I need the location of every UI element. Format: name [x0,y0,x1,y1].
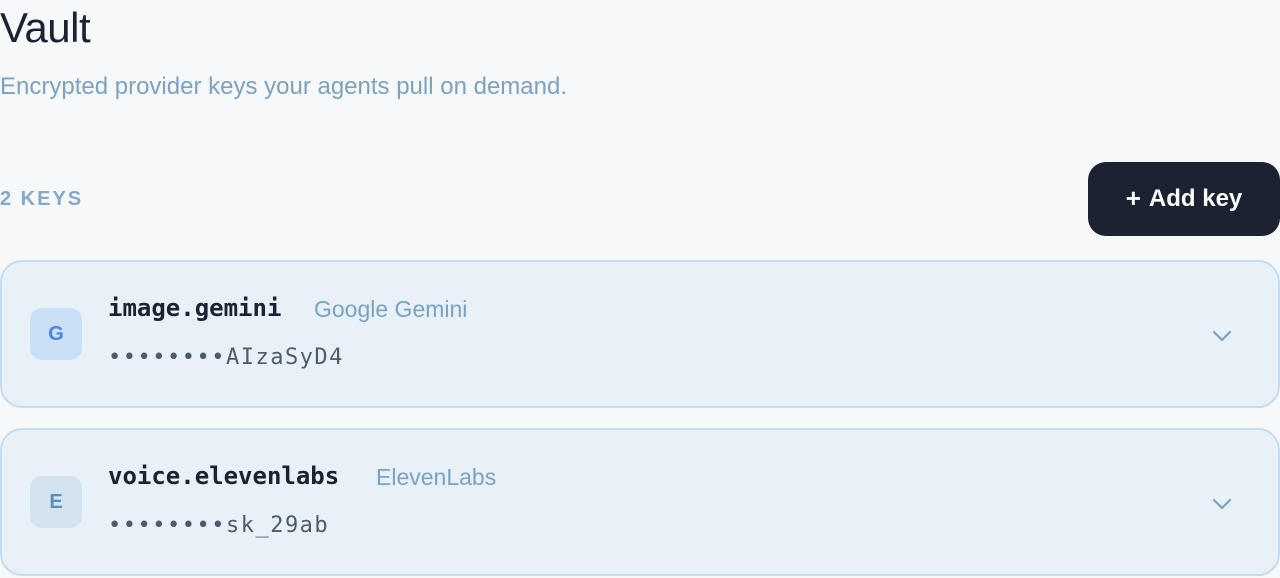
chevron-down-icon[interactable] [1208,490,1236,518]
key-count-label: 2 KEYS [0,188,84,210]
masked-key-value: ••••••••sk_29ab [108,513,330,538]
page-subtitle: Encrypted provider keys your agents pull… [0,73,567,100]
chevron-down-icon[interactable] [1208,322,1236,350]
masked-key-value: ••••••••AIzaSyD4 [108,345,344,370]
key-name: voice.elevenlabs [108,462,340,490]
add-key-button-label: Add key [1148,185,1243,212]
vault-page: Vault Encrypted provider keys your agent… [0,0,1280,578]
key-card-voice-elevenlabs[interactable]: E voice.elevenlabs ElevenLabs ••••••••sk… [0,428,1280,576]
add-key-button[interactable]: + Add key [1088,162,1280,236]
google-badge-icon: G [30,308,82,360]
page-title: Vault [0,4,91,51]
provider-label: Google Gemini [314,296,468,322]
provider-label: ElevenLabs [376,464,497,490]
key-card-image-gemini[interactable]: G image.gemini Google Gemini ••••••••AIz… [0,260,1280,408]
plus-icon: + [1125,183,1141,213]
elevenlabs-badge-icon: E [30,476,82,528]
key-name: image.gemini [108,294,282,322]
